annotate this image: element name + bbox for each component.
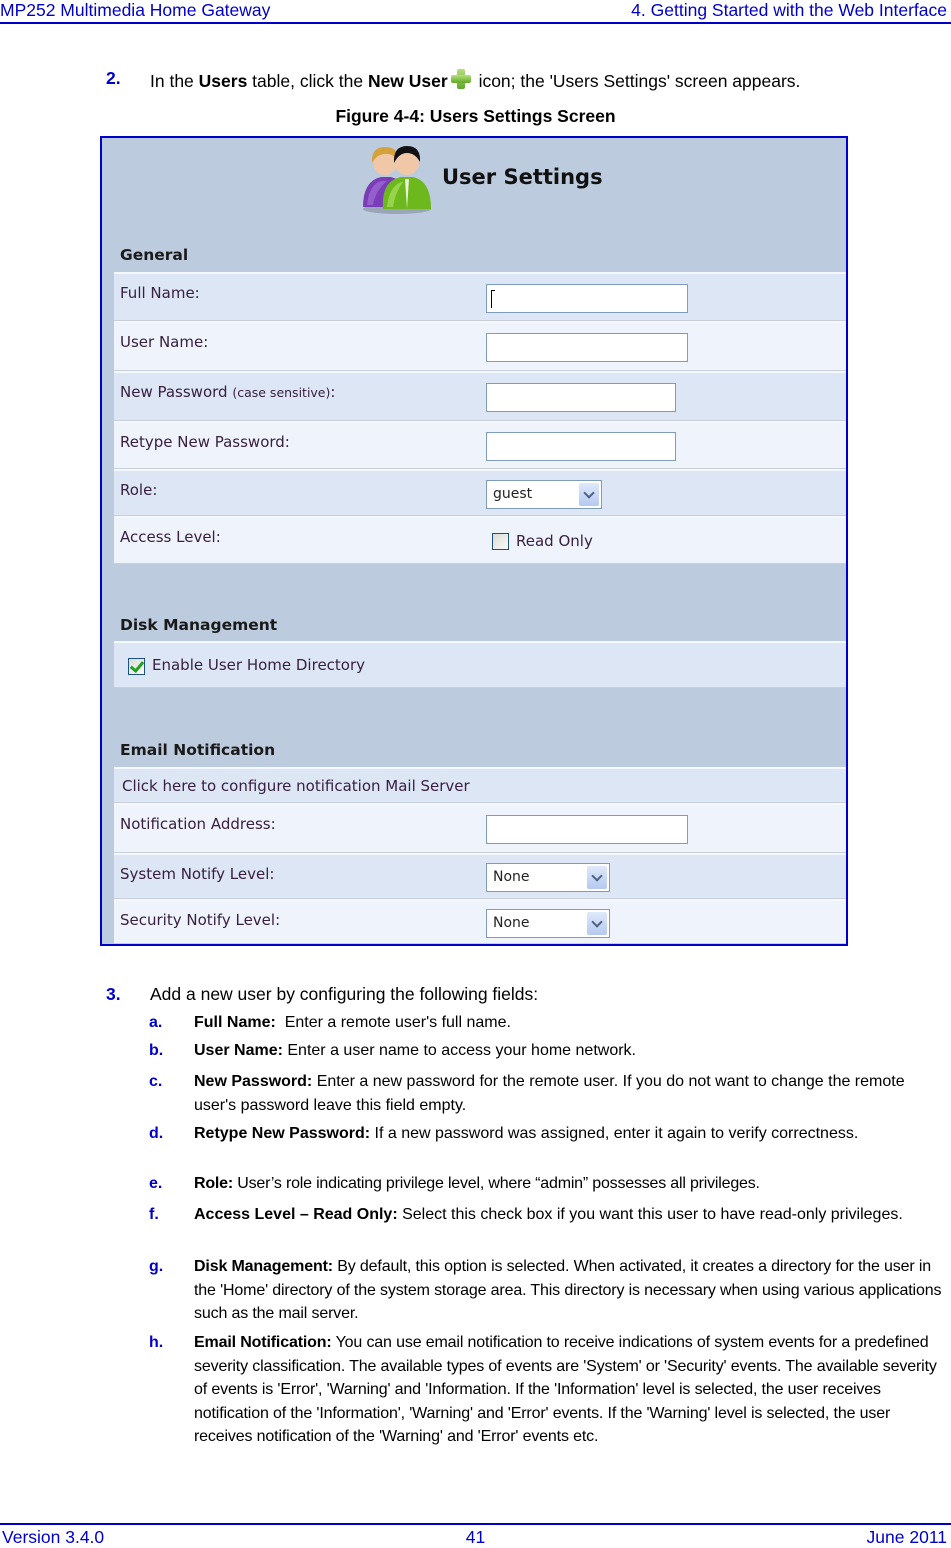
access-level-row: Access Level: Read Only <box>114 516 846 564</box>
role-label: Role: <box>120 481 158 499</box>
read-only-label: Read Only <box>516 532 593 550</box>
chevron-down-icon[interactable] <box>587 866 607 889</box>
system-notify-select[interactable]: None <box>486 863 610 892</box>
notification-address-input[interactable] <box>486 815 688 844</box>
step-3: 3. Add a new user by configuring the fol… <box>0 984 951 1008</box>
release-date: June 2011 <box>866 1527 947 1547</box>
user-name-row: User Name: <box>114 321 846 371</box>
full-name-row: Full Name: <box>114 272 846 321</box>
configure-mail-server-link[interactable]: Click here to configure notification Mai… <box>122 777 470 795</box>
text-cursor <box>491 290 495 308</box>
security-notify-row: Security Notify Level: None <box>114 899 846 944</box>
retype-password-input[interactable] <box>486 432 676 461</box>
role-row: Role: guest <box>114 469 846 516</box>
page-header: MP252 Multimedia Home Gateway 4. Getting… <box>0 0 951 24</box>
step-2: 2. In the Users table, click the New Use… <box>0 68 951 92</box>
new-password-row: New Password (case sensitive): <box>114 371 846 421</box>
system-notify-value: None <box>493 869 530 885</box>
section-disk-management: Disk Management <box>120 616 278 634</box>
home-directory-label: Enable User Home Directory <box>152 656 366 674</box>
step-text: In the Users table, click the New User i… <box>150 68 800 92</box>
full-name-label: Full Name: <box>120 284 200 302</box>
chevron-down-icon[interactable] <box>579 483 599 506</box>
step-text: Add a new user by configuring the follow… <box>150 984 539 1004</box>
full-name-input[interactable] <box>486 284 688 313</box>
users-icon <box>363 146 431 214</box>
plus-icon <box>450 68 472 90</box>
case-sensitive-hint: (case sensitive) <box>232 385 331 400</box>
new-user-term: New User <box>367 71 448 91</box>
access-level-label: Access Level: <box>120 528 221 546</box>
role-value: guest <box>493 486 533 502</box>
mail-server-row: Click here to configure notification Mai… <box>114 767 846 803</box>
step-number: 2. <box>106 68 121 88</box>
role-select[interactable]: guest <box>486 480 602 509</box>
notification-address-row: Notification Address: <box>114 803 846 853</box>
step-number: 3. <box>106 984 121 1004</box>
home-directory-row: Enable User Home Directory <box>114 641 846 688</box>
user-name-label: User Name: <box>120 333 209 351</box>
read-only-checkbox[interactable] <box>492 533 509 550</box>
user-name-input[interactable] <box>486 333 688 362</box>
new-password-input[interactable] <box>486 383 676 412</box>
users-term: Users <box>198 71 248 91</box>
screen-title: User Settings <box>442 165 603 189</box>
figure-caption: Figure 4-4: Users Settings Screen <box>335 106 616 126</box>
notification-address-label: Notification Address: <box>120 815 276 833</box>
document-title: MP252 Multimedia Home Gateway <box>0 0 271 20</box>
retype-password-label: Retype New Password: <box>120 433 290 451</box>
new-password-label: New Password (case sensitive): <box>120 383 336 401</box>
home-directory-checkbox[interactable] <box>128 658 145 675</box>
page-number: 41 <box>465 1527 486 1547</box>
security-notify-value: None <box>493 915 530 931</box>
retype-password-row: Retype New Password: <box>114 421 846 469</box>
section-general: General <box>120 246 189 264</box>
chapter-title: 4. Getting Started with the Web Interfac… <box>631 0 947 20</box>
page-footer: Version 3.4.0 41 June 2011 <box>0 1523 951 1548</box>
system-notify-row: System Notify Level: None <box>114 853 846 899</box>
chevron-down-icon[interactable] <box>587 912 607 935</box>
section-email-notification: Email Notification <box>120 741 276 759</box>
system-notify-label: System Notify Level: <box>120 865 275 883</box>
user-settings-screen: User Settings General Full Name: User Na… <box>100 136 848 946</box>
security-notify-label: Security Notify Level: <box>120 911 281 929</box>
security-notify-select[interactable]: None <box>486 909 610 938</box>
